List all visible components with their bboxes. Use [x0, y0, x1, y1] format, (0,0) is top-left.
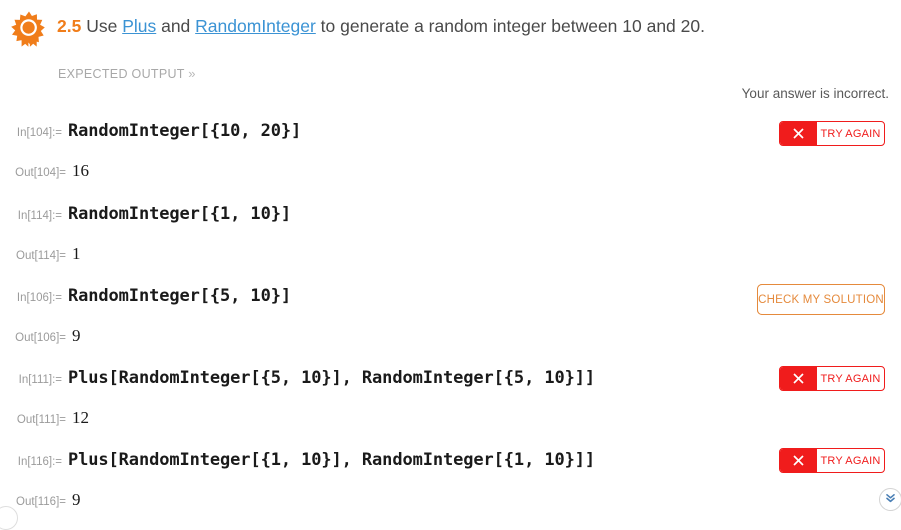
in-label: In[104]:=	[16, 127, 62, 139]
cell-group: In[104]:= RandomInteger[{10, 20}] Out[104…	[0, 110, 901, 192]
link-randominteger[interactable]: RandomInteger	[195, 16, 316, 36]
in-label: In[106]:=	[16, 292, 62, 304]
try-again-label: TRY AGAIN	[820, 127, 881, 140]
input-code[interactable]: RandomInteger[{10, 20}]	[62, 121, 301, 141]
input-code[interactable]: Plus[RandomInteger[{1, 10}], RandomInteg…	[62, 450, 595, 470]
cell-group: In[106]:= RandomInteger[{5, 10}] Out[106]…	[0, 274, 901, 356]
chevron-right-icon: »	[188, 66, 196, 81]
in-label: In[116]:=	[17, 456, 62, 468]
input-code[interactable]: RandomInteger[{1, 10}]	[62, 204, 291, 224]
close-x-icon	[780, 367, 817, 390]
scroll-to-bottom-button[interactable]	[879, 488, 901, 511]
notebook-cells: In[104]:= RandomInteger[{10, 20}] Out[104…	[0, 110, 901, 519]
in-label: In[114]:=	[17, 210, 62, 222]
output-value: 16	[72, 161, 89, 180]
output-value: 9	[72, 490, 81, 509]
output-row: Out[104]= 16	[0, 161, 901, 181]
cell-group: In[111]:= Plus[RandomInteger[{5, 10}], Ra…	[0, 356, 901, 438]
cell-group: In[116]:= Plus[RandomInteger[{1, 10}], Ra…	[0, 438, 901, 519]
try-again-label: TRY AGAIN	[820, 454, 881, 467]
award-rosette-icon	[10, 10, 48, 48]
try-again-button[interactable]: TRY AGAIN	[779, 366, 885, 391]
check-my-solution-button[interactable]: CHECK MY SOLUTION	[757, 284, 885, 315]
output-value: 1	[72, 244, 81, 263]
problem-text-2: and	[156, 16, 196, 36]
problem-text-1: Use	[81, 16, 123, 36]
link-plus[interactable]: Plus	[122, 16, 156, 36]
check-my-solution-label: CHECK MY SOLUTION	[758, 293, 884, 306]
problem-statement: 2.5 Use Plus and RandomInteger to genera…	[57, 13, 705, 39]
output-row: Out[114]= 1	[0, 244, 901, 264]
close-x-icon	[780, 122, 817, 145]
input-code[interactable]: Plus[RandomInteger[{5, 10}], RandomInteg…	[62, 368, 595, 388]
output-row: Out[106]= 9	[0, 326, 901, 346]
double-chevron-down-icon	[884, 491, 897, 509]
out-label: Out[111]=	[16, 414, 66, 426]
input-row[interactable]: In[104]:= RandomInteger[{10, 20}]	[0, 121, 901, 141]
answer-status-message: Your answer is incorrect.	[741, 86, 889, 101]
corner-circle-decoration	[0, 506, 18, 530]
in-label: In[111]:=	[18, 374, 62, 386]
problem-text-3: to generate a random integer between 10 …	[315, 16, 705, 36]
challenge-header: 2.5 Use Plus and RandomInteger to genera…	[0, 0, 901, 52]
out-label: Out[106]=	[15, 332, 66, 344]
expected-output-toggle[interactable]: EXPECTED OUTPUT »	[58, 66, 196, 81]
output-row: Out[116]= 9	[0, 490, 901, 510]
try-again-label: TRY AGAIN	[820, 372, 881, 385]
cell-group: In[114]:= RandomInteger[{1, 10}] Out[114]…	[0, 192, 901, 315]
input-row[interactable]: In[116]:= Plus[RandomInteger[{1, 10}], Ra…	[0, 450, 901, 470]
close-x-icon	[780, 449, 817, 472]
expected-output-label: EXPECTED OUTPUT	[58, 67, 185, 81]
output-row: Out[111]= 12	[0, 408, 901, 428]
out-label: Out[114]=	[16, 250, 66, 262]
input-row[interactable]: In[114]:= RandomInteger[{1, 10}]	[0, 204, 901, 224]
output-value: 12	[72, 408, 89, 427]
try-again-button[interactable]: TRY AGAIN	[779, 121, 885, 146]
out-label: Out[104]=	[15, 167, 66, 179]
input-code[interactable]: RandomInteger[{5, 10}]	[62, 286, 291, 306]
input-row[interactable]: In[111]:= Plus[RandomInteger[{5, 10}], Ra…	[0, 368, 901, 388]
problem-number: 2.5	[57, 16, 82, 36]
output-value: 9	[72, 326, 81, 345]
try-again-button[interactable]: TRY AGAIN	[779, 448, 885, 473]
